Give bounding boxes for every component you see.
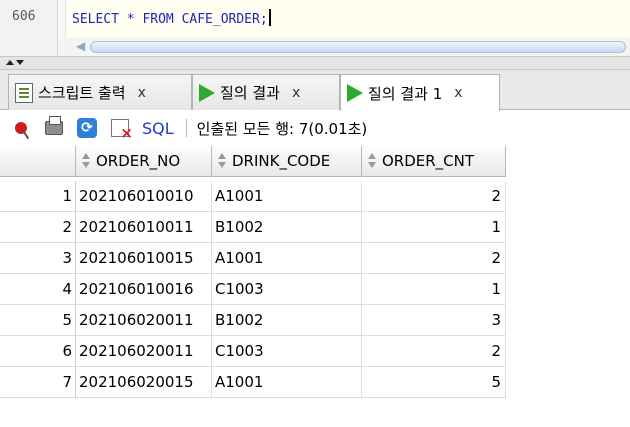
row-number: 1 [0,181,76,212]
cell-drink-code[interactable]: C1003 [212,336,362,367]
scrollbar-thumb[interactable] [90,41,626,53]
panel-splitter[interactable] [0,56,630,70]
pin-button[interactable] [10,117,32,139]
cell-drink-code[interactable]: C1003 [212,274,362,305]
cell-order-cnt[interactable]: 3 [362,305,506,336]
column-header-order-no[interactable]: ORDER_NO [76,146,212,177]
fetch-status: 인출된 모든 행: 7(0.01초) [196,119,368,138]
cell-order-no[interactable]: 202106010011 [76,212,212,243]
column-header-label: ORDER_CNT [382,152,475,170]
script-output-icon [15,82,33,103]
row-number: 5 [0,305,76,336]
print-button[interactable] [43,116,65,139]
cell-drink-code[interactable]: B1002 [212,212,362,243]
line-number-gutter: 606 [0,0,58,38]
cell-order-cnt[interactable]: 2 [362,336,506,367]
column-header-drink-code[interactable]: DRINK_CODE [212,146,362,177]
sql-code-text: SELECT * FROM CAFE_ORDER; [72,12,268,27]
scroll-left-arrow-icon[interactable]: ◀ [76,39,85,53]
sql-button[interactable]: SQL [142,119,174,138]
cell-drink-code[interactable]: A1001 [212,181,362,212]
row-number: 7 [0,367,76,398]
fold-margin [58,0,66,38]
cell-order-cnt[interactable]: 2 [362,243,506,274]
cell-drink-code[interactable]: A1001 [212,367,362,398]
line-number: 606 [12,9,36,24]
tab-query-result[interactable]: 질의 결과 x [192,74,340,110]
export-button[interactable] [109,117,133,142]
collapse-down-icon[interactable] [16,60,24,65]
export-icon [111,119,133,142]
printer-icon [45,116,63,135]
column-header-label: DRINK_CODE [232,152,331,170]
tab-query-result-1[interactable]: 질의 결과 1 x [340,74,500,111]
tab-close-icon[interactable]: x [292,85,300,101]
pin-icon [12,119,30,137]
tab-label: 질의 결과 [220,84,280,102]
tab-label: 스크립트 출력 [38,84,126,102]
sql-statement[interactable]: SELECT * FROM CAFE_ORDER; [72,9,271,27]
cell-order-no[interactable]: 202106020011 [76,305,212,336]
result-grid[interactable]: ORDER_NO DRINK_CODE ORDER_CNT 1 20210601… [0,146,630,427]
run-query-icon [347,84,363,102]
scrollbar-gutter [0,38,58,56]
cell-order-cnt[interactable]: 5 [362,367,506,398]
result-toolbar: ⟳ SQL 인출된 모든 행: 7(0.01초) [0,110,630,146]
tab-close-icon[interactable]: x [138,85,146,101]
cell-order-cnt[interactable]: 2 [362,181,506,212]
cell-drink-code[interactable]: B1002 [212,305,362,336]
cell-drink-code[interactable]: A1001 [212,243,362,274]
cell-order-no[interactable]: 202106010015 [76,243,212,274]
run-query-icon [199,83,215,102]
column-header-label: ORDER_NO [96,152,181,170]
editor-horizontal-scrollbar[interactable]: ◀ [0,38,630,56]
column-header-order-cnt[interactable]: ORDER_CNT [362,146,506,177]
sort-icon [82,153,91,169]
collapse-up-icon[interactable] [6,60,14,65]
row-number: 2 [0,212,76,243]
cell-order-cnt[interactable]: 1 [362,212,506,243]
sql-editor[interactable]: 606 SELECT * FROM CAFE_ORDER; [0,0,630,38]
tab-label: 질의 결과 1 [368,84,443,103]
row-number: 3 [0,243,76,274]
refresh-icon: ⟳ [77,118,97,138]
cell-order-no[interactable]: 202106010016 [76,274,212,305]
row-number: 4 [0,274,76,305]
cell-order-no[interactable]: 202106010010 [76,181,212,212]
cell-order-cnt[interactable]: 1 [362,274,506,305]
cell-order-no[interactable]: 202106020015 [76,367,212,398]
row-number-header [0,146,76,177]
cell-order-no[interactable]: 202106020011 [76,336,212,367]
toolbar-divider [185,119,187,137]
result-tab-bar: 스크립트 출력 x 질의 결과 x 질의 결과 1 x [0,70,630,111]
sort-icon [368,153,377,169]
sort-icon [218,153,227,169]
text-caret [268,9,271,26]
row-number: 6 [0,336,76,367]
tab-close-icon[interactable]: x [454,85,462,101]
tab-script-output[interactable]: 스크립트 출력 x [8,74,192,110]
refresh-button[interactable]: ⟳ [76,117,98,139]
